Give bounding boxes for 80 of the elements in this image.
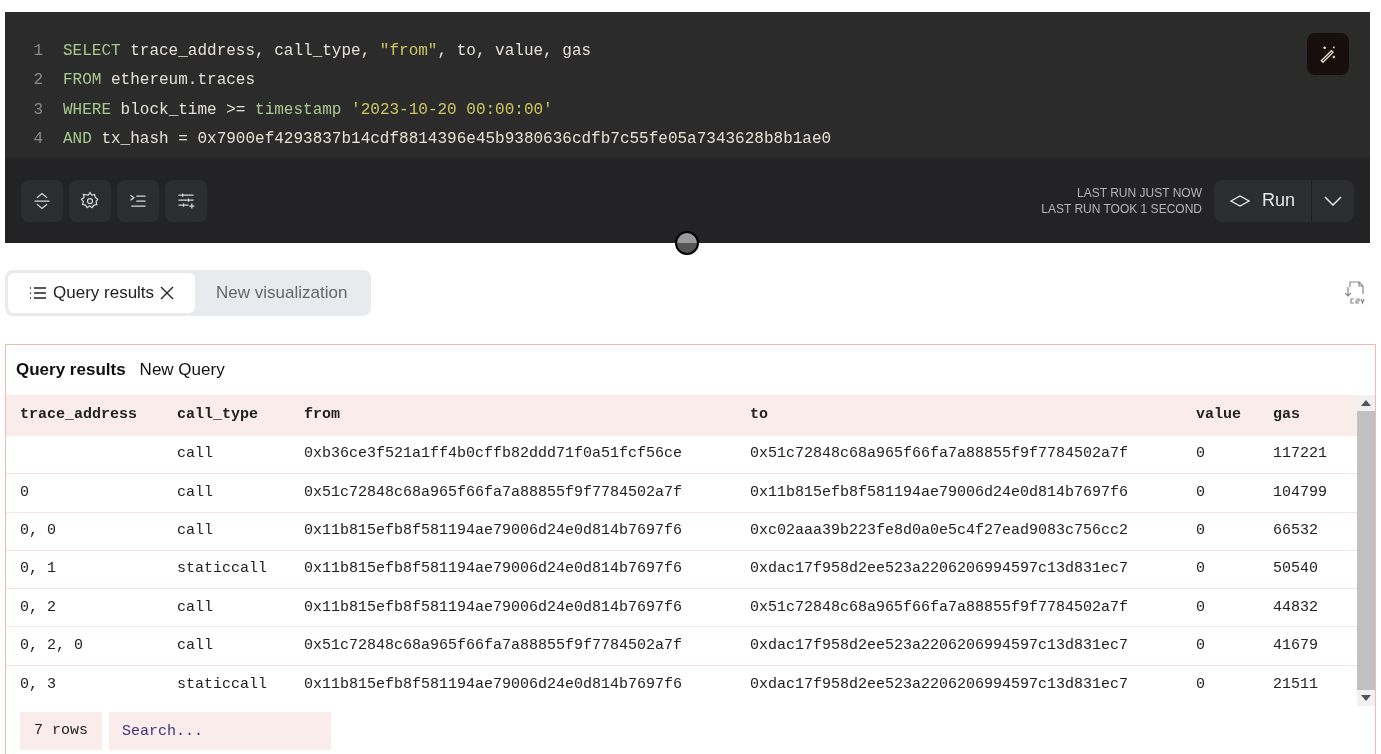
line-number: 4: [32, 129, 44, 151]
result-tab[interactable]: New visualization: [195, 273, 369, 313]
table-cell: 104799: [1273, 483, 1327, 501]
table-cell: 0xdac17f958d2ee523a2206206994597c13d831ec7: [750, 636, 1129, 654]
code-line: WHERE block_time >= timestamp '2023-10-20 00:00:00': [63, 99, 553, 121]
table-cell: 0, 1: [20, 560, 56, 578]
table-cell: 0xdac17f958d2ee523a2206206994597c13d831ec7: [750, 560, 1129, 578]
line-number: 3: [32, 99, 44, 121]
code-line: FROM ethereum.traces: [63, 70, 256, 92]
table-cell: 0xc02aaa39b223fe8d0a0e5c4f27ead9083c756cc2: [750, 522, 1129, 539]
run-button[interactable]: Run: [1213, 179, 1312, 222]
table-cell: 0: [1196, 675, 1205, 693]
table-cell: 0, 2, 0: [20, 636, 83, 654]
table-cell: 21511: [1273, 675, 1318, 693]
run-status-text: LAST RUN TOOK 1 SECOND: [1041, 200, 1202, 217]
result-tab[interactable]: Query results: [8, 273, 196, 313]
format-button[interactable]: [117, 179, 159, 222]
query-name: New Query: [139, 359, 225, 382]
table-cell: 0: [20, 483, 29, 501]
table-cell: 41679: [1273, 636, 1318, 654]
table-cell: 0, 0: [20, 522, 56, 539]
magic-wand-icon: [1318, 44, 1338, 64]
column-header[interactable]: gas: [1273, 406, 1300, 424]
table-cell: call: [177, 636, 213, 654]
line-number: 2: [32, 70, 44, 92]
results-title: Query results: [16, 359, 126, 382]
chevron-down-icon: [1324, 195, 1342, 206]
table-cell: staticcall: [177, 675, 267, 693]
code-line: SELECT trace_address, call_type, "from", to, value, gas: [63, 40, 592, 62]
table-cell: call: [177, 483, 213, 501]
table-cell: 44832: [1273, 598, 1318, 616]
table-cell: 0: [1196, 598, 1205, 616]
table-cell: 0, 3: [20, 675, 56, 693]
column-header[interactable]: trace_address: [20, 406, 138, 424]
expand-collapse-icon: [32, 190, 52, 211]
table-cell: 0, 2: [20, 598, 56, 616]
table-cell: 0xdac17f958d2ee523a2206206994597c13d831ec7: [750, 675, 1129, 693]
table-cell: 0: [1196, 483, 1205, 501]
table-cell: staticcall: [177, 560, 267, 578]
scrollbar[interactable]: [1357, 395, 1375, 706]
table-cell: 0: [1196, 445, 1205, 463]
table-cell: 0x11b815efb8f581194ae79006d24e0d814b7697f6: [304, 675, 683, 693]
csv-file-icon: [1345, 281, 1367, 305]
code-editor[interactable]: [5, 12, 1370, 158]
table-cell: 0: [1196, 560, 1205, 578]
run-status-text: LAST RUN JUST NOW: [1076, 184, 1202, 201]
diamond-icon: [1229, 194, 1250, 207]
table-cell: 0x11b815efb8f581194ae79006d24e0d814b7697f6: [304, 522, 683, 539]
list-icon: [29, 286, 47, 300]
settings-button[interactable]: [69, 179, 111, 222]
table-cell: 0x51c72848c68a965f66fa7a88855f9f7784502a7f: [750, 598, 1129, 616]
table-cell: 0x11b815efb8f581194ae79006d24e0d814b7697f6: [750, 483, 1129, 501]
line-number: 1: [32, 40, 44, 62]
table-cell: 117221: [1273, 445, 1327, 463]
row-count: 7 rows: [20, 712, 102, 750]
expand-collapse-button[interactable]: [21, 179, 63, 222]
table-cell: 66532: [1273, 522, 1318, 539]
parameters-button[interactable]: [165, 179, 207, 222]
close-icon: [160, 286, 175, 300]
table-cell: 0x11b815efb8f581194ae79006d24e0d814b7697f6: [304, 598, 683, 616]
column-header[interactable]: value: [1196, 406, 1241, 424]
code-line: AND tx_hash = 0x7900ef4293837b14cdf8814396e45b9380636cdfb7c55fe05a7343628b8b1ae0: [63, 129, 832, 151]
table-cell: 0x51c72848c68a965f66fa7a88855f9f7784502a7f: [304, 636, 683, 654]
table-cell: 0: [1196, 522, 1205, 539]
table-cell: 0x11b815efb8f581194ae79006d24e0d814b7697f6: [304, 560, 683, 578]
table-cell: 0x51c72848c68a965f66fa7a88855f9f7784502a7f: [304, 483, 683, 501]
table-cell: call: [177, 598, 213, 616]
search-field[interactable]: Search...: [109, 712, 331, 750]
column-header[interactable]: to: [750, 406, 768, 424]
table-cell: call: [177, 445, 213, 463]
resize-handle[interactable]: [675, 231, 699, 255]
table-cell: 0xb36ce3f521a1ff4b0cffb82ddd71f0a51fcf56ce: [304, 445, 683, 463]
table-cell: 0: [1196, 636, 1205, 654]
table-cell: call: [177, 522, 213, 539]
table-cell: 50540: [1273, 560, 1318, 578]
column-header[interactable]: from: [304, 406, 340, 424]
column-header[interactable]: call_type: [177, 406, 258, 424]
magic-wand-button[interactable]: [1307, 33, 1349, 75]
table-cell: 0x51c72848c68a965f66fa7a88855f9f7784502a7f: [750, 445, 1129, 463]
settings-icon: [80, 190, 100, 211]
